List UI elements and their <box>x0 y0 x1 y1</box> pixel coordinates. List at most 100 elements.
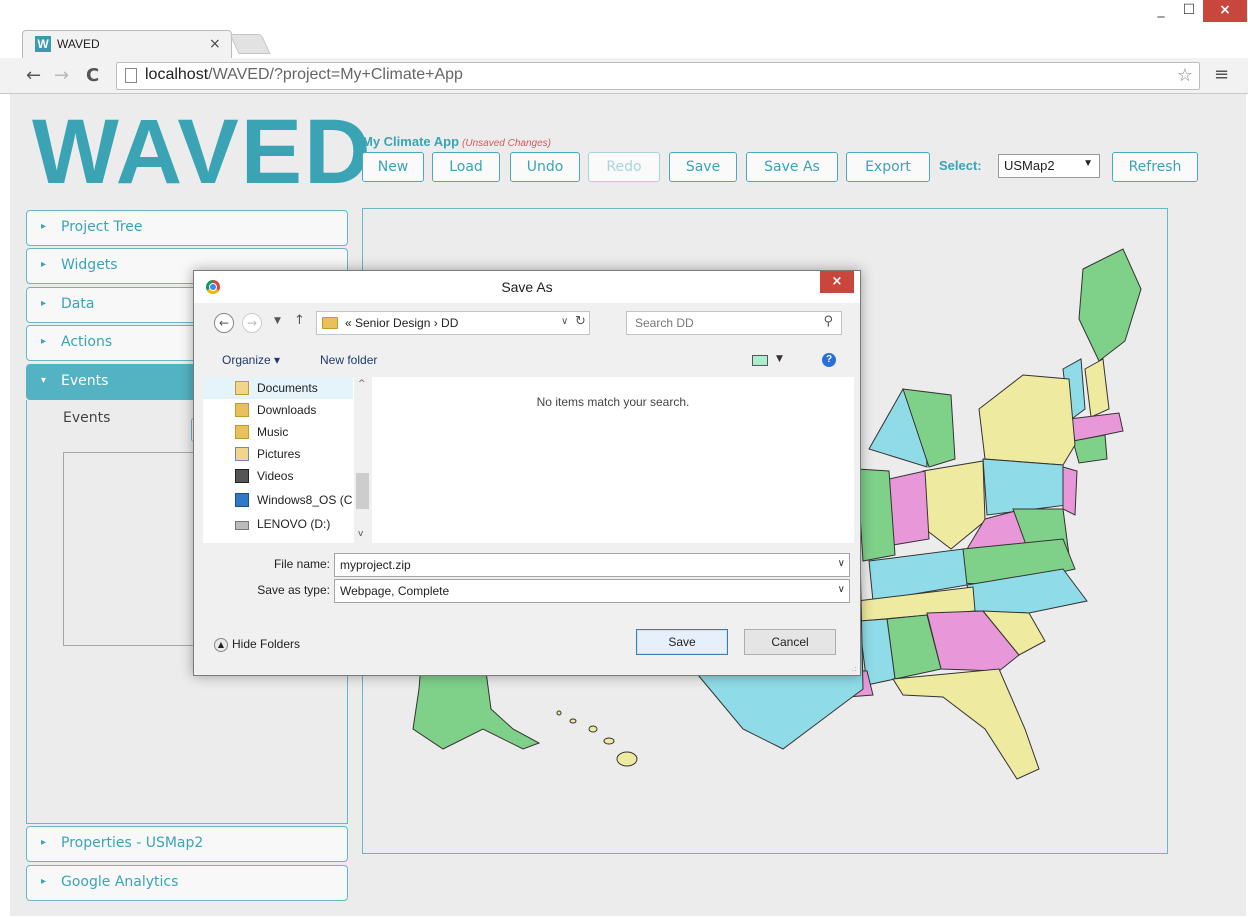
collapse-up-icon: ▲ <box>214 637 228 652</box>
panel-properties[interactable]: ▸ Properties - USMap2 <box>26 826 348 862</box>
nav-item-lenovo-drive[interactable]: LENOVO (D:) <box>203 513 353 535</box>
file-name-label: File name: <box>273 557 330 571</box>
dialog-command-bar: Organize ▾ New folder ▼ ? <box>194 345 860 375</box>
panel-project-tree[interactable]: ▸ Project Tree <box>26 210 348 246</box>
save-type-select[interactable]: Webpage, Complete ∨ <box>334 579 850 603</box>
nav-item-downloads[interactable]: Downloads <box>203 399 353 421</box>
collapsed-caret-icon: ▸ <box>41 336 47 347</box>
chrome-menu-icon[interactable]: ≡ <box>1214 64 1229 85</box>
select-dropdown-icon: ▼ <box>1083 158 1093 169</box>
redo-button[interactable]: Redo <box>588 152 660 182</box>
map-state <box>978 374 1076 466</box>
new-folder-button[interactable]: New folder <box>320 353 377 367</box>
undo-button[interactable]: Undo <box>510 152 580 182</box>
load-button[interactable]: Load <box>432 152 500 182</box>
scroll-down-icon[interactable]: v <box>358 529 363 539</box>
documents-folder-icon <box>235 381 249 395</box>
save-type-label: Save as type: <box>257 583 330 597</box>
resize-grip-icon[interactable]: .: <box>852 664 857 673</box>
url-text: localhost/WAVED/?project=My+Climate+App <box>145 66 463 83</box>
scroll-up-icon[interactable]: ^ <box>358 379 366 389</box>
breadcrumb[interactable]: « Senior Design › DD <box>345 316 458 330</box>
reload-icon[interactable]: C <box>86 65 99 86</box>
help-icon[interactable]: ? <box>822 353 836 367</box>
map-state <box>892 668 1040 780</box>
dialog-save-button[interactable]: Save <box>636 629 728 655</box>
hide-folders-toggle[interactable]: ▲ Hide Folders <box>214 637 300 652</box>
nav-item-pictures[interactable]: Pictures <box>203 443 353 465</box>
forward-arrow-icon[interactable]: → <box>242 313 262 333</box>
save-button[interactable]: Save <box>669 152 737 182</box>
tab-title: WAVED <box>57 37 100 51</box>
map-state <box>588 725 598 733</box>
bookmark-star-icon[interactable]: ☆ <box>1177 65 1193 86</box>
expanded-caret-icon: ▾ <box>41 375 47 386</box>
save-as-button[interactable]: Save As <box>746 152 838 182</box>
forward-arrow-icon[interactable]: → <box>54 65 69 86</box>
refresh-icon[interactable]: ↻ <box>575 314 586 329</box>
search-icon[interactable]: ⚲ <box>823 314 833 329</box>
back-arrow-icon[interactable]: ← <box>26 65 41 86</box>
new-tab-button[interactable] <box>229 34 271 54</box>
map-state <box>982 458 1068 516</box>
nav-scrollbar[interactable]: ^ v <box>354 377 371 543</box>
collapsed-caret-icon: ▸ <box>41 876 47 887</box>
browser-tab[interactable]: W WAVED × <box>22 30 232 58</box>
map-state <box>1062 466 1078 516</box>
folder-path-bar[interactable]: « Senior Design › DD ∨ ↻ <box>316 311 590 335</box>
panel-label: Google Analytics <box>61 874 179 890</box>
file-name-dropdown-icon[interactable]: ∨ <box>838 558 845 569</box>
nav-item-documents[interactable]: Documents <box>203 377 353 399</box>
music-folder-icon <box>235 425 249 439</box>
nav-item-music[interactable]: Music <box>203 421 353 443</box>
organize-menu[interactable]: Organize ▾ <box>222 353 280 367</box>
panel-google-analytics[interactable]: ▸ Google Analytics <box>26 865 348 901</box>
tab-close-icon[interactable]: × <box>209 36 221 52</box>
refresh-button[interactable]: Refresh <box>1112 152 1198 182</box>
search-input[interactable]: Search DD ⚲ <box>626 311 842 335</box>
collapsed-caret-icon: ▸ <box>41 298 47 309</box>
map-state <box>1084 358 1110 418</box>
collapsed-caret-icon: ▸ <box>41 837 47 848</box>
map-state <box>888 470 930 546</box>
view-dropdown-icon[interactable]: ▼ <box>776 354 783 364</box>
downloads-folder-icon <box>235 403 249 417</box>
dialog-close-button[interactable]: × <box>820 271 854 293</box>
folder-icon <box>322 317 338 329</box>
project-title: My Climate App (Unsaved Changes) <box>362 134 551 149</box>
dialog-cancel-button[interactable]: Cancel <box>744 629 836 655</box>
save-type-dropdown-icon[interactable]: ∨ <box>838 584 845 595</box>
map-state <box>556 710 562 716</box>
browser-toolbar: ← → C localhost/WAVED/?project=My+Climat… <box>0 58 1248 94</box>
navigation-pane: Documents Downloads Music Pictures Video… <box>203 377 371 543</box>
new-button[interactable]: New <box>362 152 424 182</box>
change-view-icon[interactable] <box>752 355 768 366</box>
videos-folder-icon <box>235 469 249 483</box>
file-list-pane[interactable]: No items match your search. <box>372 377 854 543</box>
up-arrow-icon[interactable]: ↑ <box>294 313 305 328</box>
panel-label: Actions <box>61 334 113 350</box>
filename-fields: File name: myproject.zip ∨ Save as type:… <box>194 549 860 609</box>
export-button[interactable]: Export <box>846 152 930 182</box>
pictures-folder-icon <box>235 447 249 461</box>
waved-favicon-icon: W <box>35 36 51 52</box>
widget-select[interactable]: USMap2 ▼ <box>998 154 1100 178</box>
map-state <box>569 718 577 724</box>
window-minimize-button[interactable]: _ <box>1148 0 1174 22</box>
nav-item-videos[interactable]: Videos <box>203 465 353 487</box>
hide-folders-label: Hide Folders <box>232 637 301 651</box>
window-close-button[interactable]: × <box>1203 0 1247 22</box>
nav-item-windows-drive[interactable]: Windows8_OS (C <box>203 489 353 511</box>
collapsed-caret-icon: ▸ <box>41 221 47 232</box>
window-maximize-button[interactable]: ☐ <box>1176 0 1202 22</box>
map-state <box>603 737 615 745</box>
events-label: Events <box>63 410 111 426</box>
dialog-title: Save As <box>501 279 553 295</box>
file-name-input[interactable]: myproject.zip ∨ <box>334 553 850 577</box>
path-dropdown-icon[interactable]: ∨ <box>561 316 568 327</box>
scroll-thumb[interactable] <box>356 473 369 509</box>
recent-locations-dropdown-icon[interactable]: ▼ <box>274 316 281 326</box>
address-bar[interactable]: localhost/WAVED/?project=My+Climate+App … <box>116 62 1200 90</box>
back-arrow-icon[interactable]: ← <box>214 313 234 333</box>
search-placeholder: Search DD <box>635 316 694 330</box>
